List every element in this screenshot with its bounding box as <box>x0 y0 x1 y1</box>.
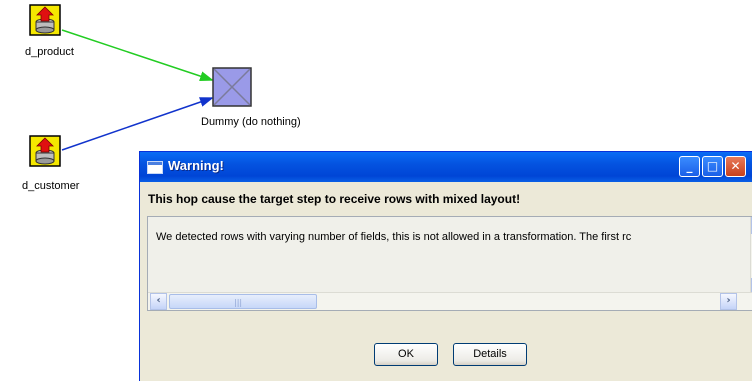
ok-button[interactable]: OK <box>374 343 438 366</box>
dummy-step-icon[interactable] <box>212 67 252 107</box>
scroll-right-icon[interactable]: › <box>720 293 737 310</box>
warning-dialog: Warning! _ □ ✕ This hop cause the target… <box>139 151 752 381</box>
maximize-icon: □ <box>706 159 719 173</box>
dialog-title: Warning! <box>168 158 224 173</box>
dialog-titlebar[interactable]: Warning! _ □ ✕ <box>140 152 752 182</box>
warning-message: This hop cause the target step to receiv… <box>148 192 521 206</box>
minimize-button[interactable]: _ <box>679 156 700 177</box>
d-product-label: d_product <box>25 46 74 58</box>
dummy-label: Dummy (do nothing) <box>201 116 301 128</box>
close-button[interactable]: ✕ <box>725 156 746 177</box>
scroll-left-icon[interactable]: ‹ <box>150 293 167 310</box>
d-customer-label: d_customer <box>22 180 80 192</box>
horizontal-scroll-thumb[interactable]: ||| <box>169 294 317 309</box>
d-product-step-icon[interactable] <box>29 4 61 36</box>
horizontal-scrollbar[interactable]: ‹ ||| › <box>148 292 752 310</box>
close-icon: ✕ <box>730 159 741 173</box>
hop-d-customer-to-dummy[interactable] <box>61 97 214 151</box>
details-text: We detected rows with varying number of … <box>156 231 632 243</box>
details-button[interactable]: Details <box>453 343 527 366</box>
minimize-icon: _ <box>686 159 693 173</box>
d-customer-step-icon[interactable] <box>29 135 61 167</box>
grip-icon: ||| <box>234 298 243 307</box>
window-icon <box>147 161 163 174</box>
details-textarea[interactable]: We detected rows with varying number of … <box>147 216 752 311</box>
maximize-button[interactable]: □ <box>702 156 723 177</box>
hop-d-product-to-dummy[interactable] <box>61 29 214 81</box>
